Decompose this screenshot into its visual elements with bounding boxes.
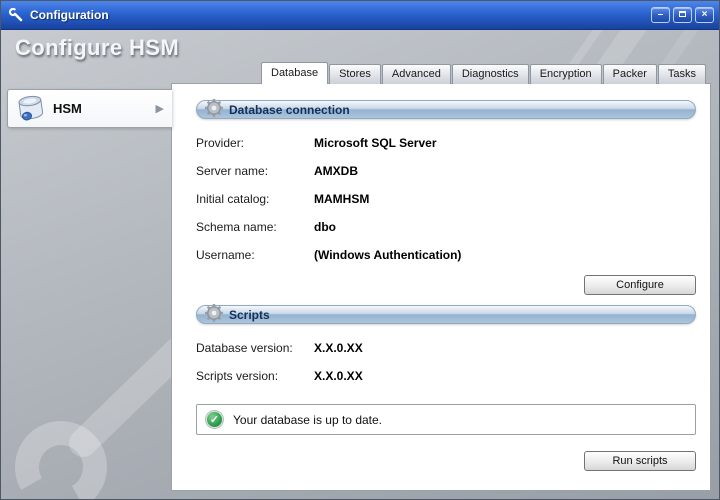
tab-stores[interactable]: Stores — [329, 64, 381, 84]
field-value: X.X.0.XX — [314, 341, 363, 355]
configure-button-row: Configure — [196, 275, 696, 295]
wrench-icon — [8, 7, 24, 23]
titlebar[interactable]: Configuration – × — [1, 1, 719, 30]
chevron-right-icon: ▶ — [156, 102, 164, 115]
window-title: Configuration — [30, 8, 648, 22]
configure-button[interactable]: Configure — [584, 275, 696, 295]
minimize-button[interactable]: – — [651, 7, 670, 23]
content-panel: Database connection Provider: Microsoft … — [171, 83, 711, 491]
field-server-name: Server name: AMXDB — [196, 157, 696, 185]
tab-bar: Database Stores Advanced Diagnostics Enc… — [261, 62, 707, 84]
field-schema-name: Schema name: dbo — [196, 213, 696, 241]
tab-advanced[interactable]: Advanced — [382, 64, 451, 84]
field-value: X.X.0.XX — [314, 369, 363, 383]
close-button[interactable]: × — [695, 7, 714, 23]
field-value: MAMHSM — [314, 192, 369, 206]
maximize-icon — [679, 11, 686, 17]
field-provider: Provider: Microsoft SQL Server — [196, 129, 696, 157]
field-value: (Windows Authentication) — [314, 248, 461, 262]
field-username: Username: (Windows Authentication) — [196, 241, 696, 269]
gear-icon — [203, 97, 225, 119]
database-icon — [14, 94, 48, 124]
run-scripts-button[interactable]: Run scripts — [584, 451, 696, 471]
success-icon: ✓ — [206, 411, 223, 428]
field-label: Scripts version: — [196, 369, 314, 383]
tab-packer[interactable]: Packer — [603, 64, 657, 84]
section-header-database-connection: Database connection — [196, 100, 696, 119]
field-value: dbo — [314, 220, 336, 234]
field-value: AMXDB — [314, 164, 358, 178]
tab-panel-database: Database connection Provider: Microsoft … — [172, 84, 710, 490]
section-header-scripts: Scripts — [196, 305, 696, 324]
field-initial-catalog: Initial catalog: MAMHSM — [196, 185, 696, 213]
gear-icon — [203, 302, 225, 324]
run-scripts-button-row: Run scripts — [196, 451, 696, 471]
tab-encryption[interactable]: Encryption — [530, 64, 602, 84]
database-status-box: ✓ Your database is up to date. — [196, 404, 696, 435]
page-title: Configure HSM — [15, 35, 179, 61]
tab-tasks[interactable]: Tasks — [658, 64, 706, 84]
tab-diagnostics[interactable]: Diagnostics — [452, 64, 529, 84]
field-label: Server name: — [196, 164, 314, 178]
status-text: Your database is up to date. — [233, 413, 382, 427]
close-icon: × — [702, 9, 708, 20]
sidebar-item-hsm[interactable]: HSM ▶ — [7, 89, 172, 128]
section-title: Scripts — [229, 308, 270, 322]
minimize-icon: – — [658, 9, 664, 20]
field-label: Database version: — [196, 341, 314, 355]
field-database-version: Database version: X.X.0.XX — [196, 334, 696, 362]
field-label: Schema name: — [196, 220, 314, 234]
field-label: Initial catalog: — [196, 192, 314, 206]
configuration-window: Configuration – × Configure HSM Database… — [0, 0, 720, 500]
field-label: Provider: — [196, 136, 314, 150]
field-label: Username: — [196, 248, 314, 262]
field-value: Microsoft SQL Server — [314, 136, 436, 150]
field-scripts-version: Scripts version: X.X.0.XX — [196, 362, 696, 390]
maximize-button[interactable] — [673, 7, 692, 23]
section-title: Database connection — [229, 103, 350, 117]
sidebar-item-label: HSM — [53, 101, 156, 116]
tab-database[interactable]: Database — [261, 62, 328, 84]
